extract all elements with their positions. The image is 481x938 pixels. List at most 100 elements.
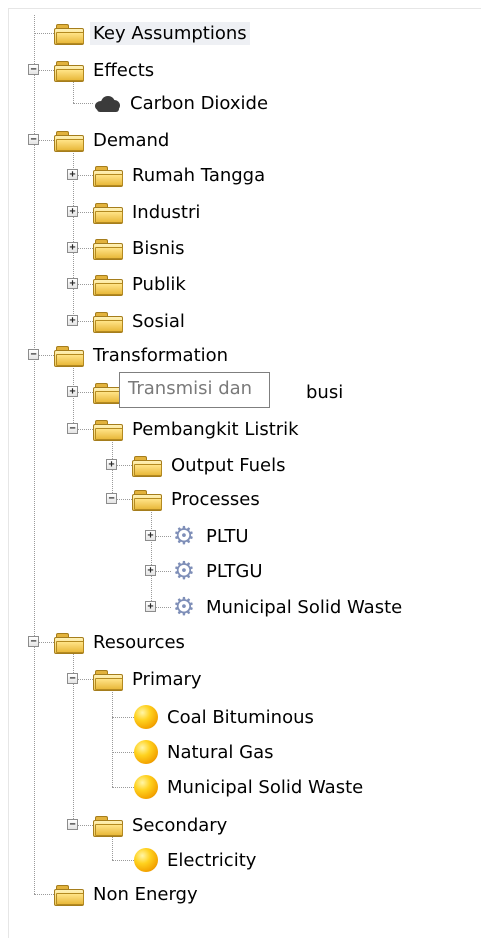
tree-node-label: Sosial: [132, 310, 185, 332]
tree-node-carbon-dioxide[interactable]: Carbon Dioxide: [93, 88, 271, 118]
collapse-toggle[interactable]: −: [28, 349, 39, 360]
tree-node-label: busi: [306, 381, 344, 403]
tree-node-natural-gas[interactable]: Natural Gas: [134, 737, 276, 767]
expand-toggle[interactable]: +: [67, 386, 78, 397]
expand-toggle[interactable]: +: [67, 242, 78, 253]
expand-toggle[interactable]: +: [67, 315, 78, 326]
tree-node-pembangkit-listrik[interactable]: Pembangkit Listrik: [93, 414, 302, 444]
collapse-toggle[interactable]: −: [28, 64, 39, 75]
tree-node-pltgu[interactable]: ⚙ PLTGU: [171, 556, 266, 586]
folder-icon: [54, 22, 84, 45]
folder-icon: [132, 454, 162, 477]
collapse-toggle[interactable]: −: [28, 636, 39, 647]
tree-node-label: Secondary: [132, 814, 228, 836]
tree-line: [112, 717, 134, 718]
folder-icon: [93, 273, 123, 296]
tree-node-industri[interactable]: Industri: [93, 197, 203, 227]
tree-node-pltu[interactable]: ⚙ PLTU: [171, 521, 252, 551]
tree-node-label: Pembangkit Listrik: [132, 418, 299, 440]
tree-node-municipal-solid-waste-process[interactable]: ⚙ Municipal Solid Waste: [171, 592, 405, 622]
folder-icon: [54, 883, 84, 906]
folder-icon: [54, 59, 84, 82]
tree-node-label: Electricity: [167, 849, 257, 871]
yellow-circle-icon: [134, 740, 158, 764]
collapse-toggle[interactable]: −: [67, 819, 78, 830]
tree-line: [112, 690, 113, 787]
tree-node-label: Output Fuels: [171, 454, 286, 476]
folder-icon: [54, 129, 84, 152]
cloud-icon: [93, 93, 121, 113]
tree-line: [73, 103, 93, 104]
tree-node-coal-bituminous[interactable]: Coal Bituminous: [134, 702, 317, 732]
expand-toggle[interactable]: +: [67, 206, 78, 217]
collapse-toggle[interactable]: −: [106, 493, 117, 504]
tooltip: Transmisi dan: [119, 372, 270, 408]
tree-node-transformation[interactable]: Transformation: [54, 340, 231, 370]
tree-node-municipal-solid-waste-resource[interactable]: Municipal Solid Waste: [134, 772, 366, 802]
folder-icon: [93, 164, 123, 187]
tree-node-label: PLTGU: [206, 560, 263, 582]
expand-toggle[interactable]: +: [106, 459, 117, 470]
expand-toggle[interactable]: +: [145, 530, 156, 541]
folder-icon: [132, 488, 162, 511]
folder-icon: [93, 814, 123, 837]
tree-node-processes[interactable]: Processes: [132, 484, 263, 514]
tree-line: [73, 365, 74, 429]
folder-icon: [93, 237, 123, 260]
tree-node-label: Bisnis: [132, 237, 185, 259]
collapse-toggle[interactable]: −: [28, 134, 39, 145]
tree-node-label: Effects: [93, 59, 155, 81]
tree-node-output-fuels[interactable]: Output Fuels: [132, 450, 288, 480]
tree-node-rumah-tangga[interactable]: Rumah Tangga: [93, 160, 268, 190]
tree-line: [112, 787, 134, 788]
gear-icon: ⚙: [172, 556, 196, 585]
tree-node-resources[interactable]: Resources: [54, 627, 188, 657]
gear-icon: ⚙: [172, 521, 196, 550]
tree-node-label: Demand: [93, 129, 170, 151]
tree-node-label: Resources: [93, 631, 185, 653]
tree-node-label: Processes: [171, 488, 260, 510]
tree-node-label: Key Assumptions: [90, 21, 250, 45]
folder-icon: [54, 631, 84, 654]
tree-node-secondary[interactable]: Secondary: [93, 810, 230, 840]
expand-toggle[interactable]: +: [145, 601, 156, 612]
tree-line: [112, 860, 134, 861]
tree-node-publik[interactable]: Publik: [93, 269, 189, 299]
tree-line: [151, 510, 152, 607]
tree-node-label: Coal Bituminous: [167, 706, 314, 728]
tree-node-demand[interactable]: Demand: [54, 125, 172, 155]
tree-node-label: Municipal Solid Waste: [206, 596, 403, 618]
tree-node-label: Industri: [132, 201, 201, 223]
tree-line: [34, 33, 54, 34]
yellow-circle-icon: [134, 705, 158, 729]
gear-icon: ⚙: [172, 592, 196, 621]
tree-node-bisnis[interactable]: Bisnis: [93, 233, 188, 263]
tree-line: [112, 752, 134, 753]
tree-node-label: PLTU: [206, 525, 249, 547]
collapse-toggle[interactable]: −: [67, 673, 78, 684]
tree-node-key-assumptions[interactable]: Key Assumptions: [54, 18, 250, 48]
tree-node-electricity[interactable]: Electricity: [134, 845, 259, 875]
folder-icon: [54, 344, 84, 367]
folder-icon: [93, 668, 123, 691]
expand-toggle[interactable]: +: [67, 169, 78, 180]
tree-node-primary[interactable]: Primary: [93, 664, 205, 694]
tree-node-label: Publik: [132, 273, 186, 295]
tree-node-label: Carbon Dioxide: [130, 92, 269, 114]
tree-line: [34, 894, 54, 895]
tree-node-effects[interactable]: Effects: [54, 55, 157, 85]
folder-icon: [93, 418, 123, 441]
yellow-circle-icon: [134, 848, 158, 872]
tree-node-label: Rumah Tangga: [132, 164, 266, 186]
yellow-circle-icon: [134, 775, 158, 799]
tree-node-label: Non Energy: [93, 883, 198, 905]
tree-node-sosial[interactable]: Sosial: [93, 306, 188, 336]
expand-toggle[interactable]: +: [145, 565, 156, 576]
collapse-toggle[interactable]: −: [67, 423, 78, 434]
folder-icon: [93, 201, 123, 224]
folder-icon: [93, 310, 123, 333]
expand-toggle[interactable]: +: [67, 278, 78, 289]
tree-line: [34, 15, 35, 894]
tree-node-label: Transformation: [93, 344, 229, 366]
tree-node-non-energy[interactable]: Non Energy: [54, 879, 201, 909]
